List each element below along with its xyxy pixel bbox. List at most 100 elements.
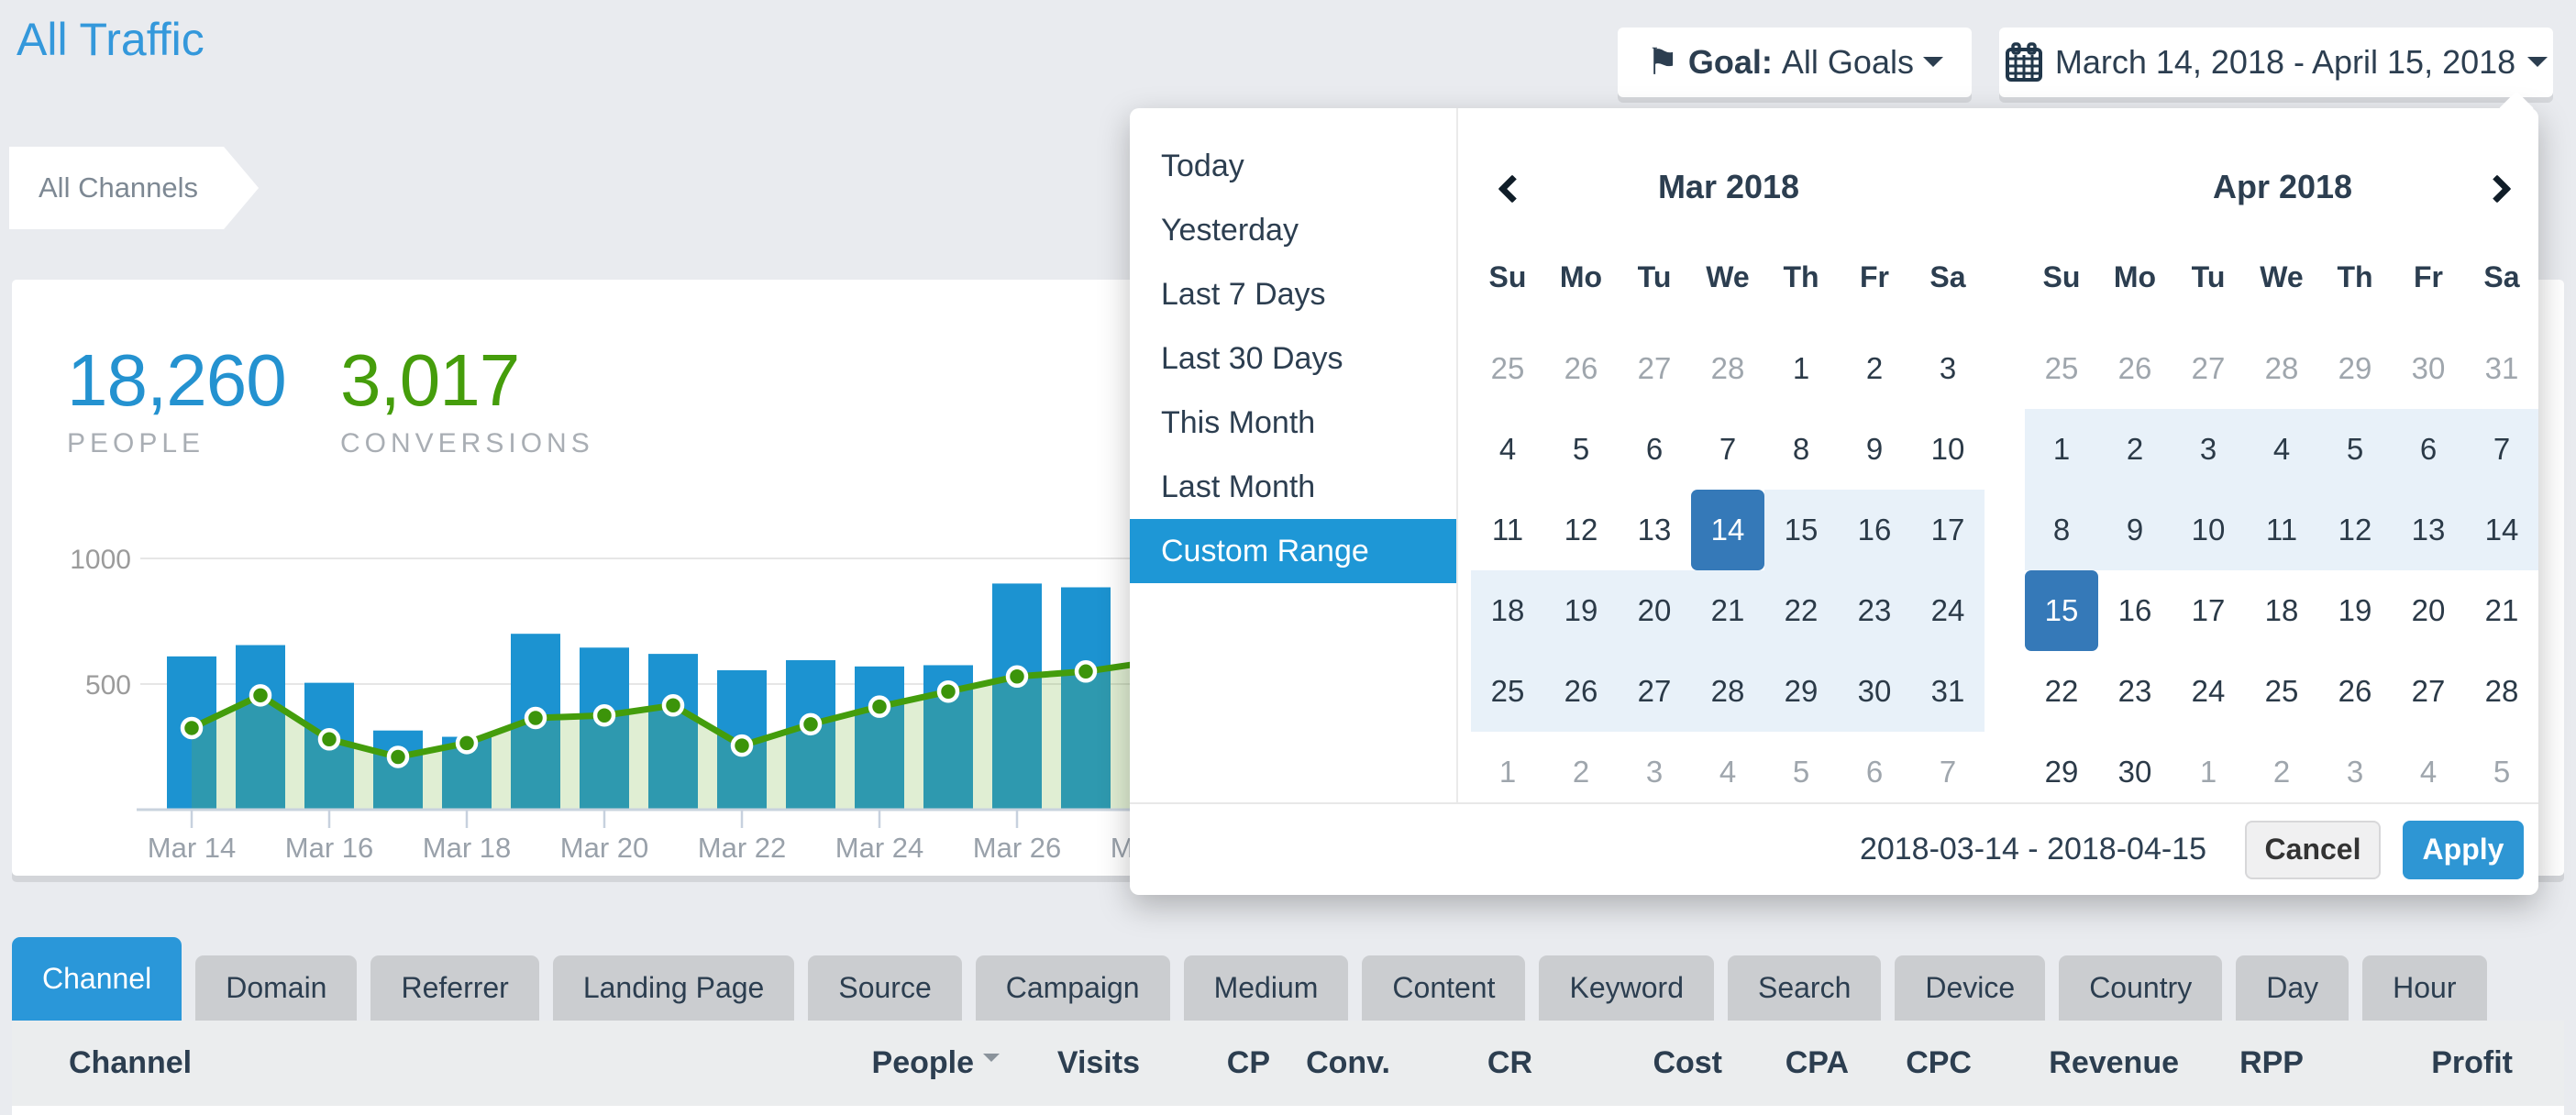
calendar-day[interactable]: 11 [2245,490,2318,570]
calendar-day[interactable]: 2 [2098,409,2172,490]
tab-medium[interactable]: Medium [1184,955,1349,1021]
calendar-day[interactable]: 26 [1544,651,1618,732]
calendar-day[interactable]: 27 [2172,328,2245,409]
calendar-day[interactable]: 31 [2465,328,2538,409]
calendar-day[interactable]: 3 [1911,328,1985,409]
calendar-day[interactable]: 28 [1691,328,1764,409]
calendar-day[interactable]: 7 [2465,409,2538,490]
column-header-cpa[interactable]: CPA [1786,1021,1849,1106]
tab-keyword[interactable]: Keyword [1539,955,1714,1021]
chevron-left-icon[interactable] [1495,174,1526,205]
calendar-day[interactable]: 1 [1471,732,1544,812]
calendar-day[interactable]: 29 [2025,732,2098,812]
calendar-day[interactable]: 4 [2245,409,2318,490]
calendar-day[interactable]: 26 [1544,328,1618,409]
calendar-day[interactable]: 12 [2318,490,2392,570]
chevron-right-icon[interactable] [2485,174,2516,205]
calendar-day[interactable]: 20 [2392,570,2465,651]
calendar-day-selected[interactable]: 15 [2025,570,2098,651]
calendar-day[interactable]: 26 [2098,328,2172,409]
calendar-day[interactable]: 1 [2025,409,2098,490]
calendar-day[interactable]: 6 [1618,409,1691,490]
calendar-day[interactable]: 2 [1838,328,1911,409]
calendar-day[interactable]: 16 [1838,490,1911,570]
calendar-day[interactable]: 1 [2172,732,2245,812]
calendar-day[interactable]: 28 [2245,328,2318,409]
calendar-day[interactable]: 4 [1471,409,1544,490]
calendar-day[interactable]: 3 [2172,409,2245,490]
quick-range-today[interactable]: Today [1130,134,1456,198]
quick-range-last-month[interactable]: Last Month [1130,455,1456,519]
calendar-day[interactable]: 1 [1764,328,1838,409]
column-header-rpp[interactable]: RPP [2239,1021,2304,1106]
calendar-day[interactable]: 3 [2318,732,2392,812]
calendar-day[interactable]: 30 [1838,651,1911,732]
calendar-day[interactable]: 29 [2318,328,2392,409]
calendar-day[interactable]: 20 [1618,570,1691,651]
calendar-day[interactable]: 3 [1618,732,1691,812]
column-header-cp[interactable]: CP [1227,1021,1270,1106]
calendar-day[interactable]: 28 [2465,651,2538,732]
calendar-day[interactable]: 10 [2172,490,2245,570]
calendar-day[interactable]: 26 [2318,651,2392,732]
tab-landing-page[interactable]: Landing Page [553,955,795,1021]
calendar-day[interactable]: 14 [2465,490,2538,570]
tab-referrer[interactable]: Referrer [370,955,538,1021]
column-header-cost[interactable]: Cost [1653,1021,1722,1106]
calendar-day[interactable]: 6 [1838,732,1911,812]
calendar-day[interactable]: 5 [2465,732,2538,812]
calendar-day[interactable]: 23 [1838,570,1911,651]
column-header-cpc[interactable]: CPC [1906,1021,1972,1106]
quick-range-yesterday[interactable]: Yesterday [1130,198,1456,262]
tab-content[interactable]: Content [1362,955,1525,1021]
tab-channel[interactable]: Channel [12,937,182,1021]
quick-range-custom-range[interactable]: Custom Range [1130,519,1456,583]
quick-range-this-month[interactable]: This Month [1130,391,1456,455]
breadcrumb-all-channels[interactable]: All Channels [9,147,259,229]
calendar-day[interactable]: 8 [1764,409,1838,490]
calendar-day[interactable]: 25 [1471,651,1544,732]
calendar-day[interactable]: 24 [1911,570,1985,651]
calendar-day[interactable]: 31 [1911,651,1985,732]
goal-dropdown-button[interactable]: ⚑ Goal: All Goals [1618,28,1972,97]
apply-button[interactable]: Apply [2403,821,2524,879]
tab-day[interactable]: Day [2236,955,2349,1021]
quick-range-last-30-days[interactable]: Last 30 Days [1130,326,1456,391]
calendar-day[interactable]: 27 [1618,651,1691,732]
calendar-day[interactable]: 28 [1691,651,1764,732]
calendar-day[interactable]: 5 [2318,409,2392,490]
column-header-people[interactable]: People [872,1021,1000,1106]
column-header-visits[interactable]: Visits [1057,1021,1140,1106]
calendar-day[interactable]: 2 [1544,732,1618,812]
calendar-day[interactable]: 18 [1471,570,1544,651]
calendar-day-selected[interactable]: 14 [1691,490,1764,570]
tab-hour[interactable]: Hour [2362,955,2486,1021]
calendar-day[interactable]: 27 [1618,328,1691,409]
calendar-day[interactable]: 30 [2392,328,2465,409]
column-header-revenue[interactable]: Revenue [2049,1021,2179,1106]
calendar-day[interactable]: 25 [2245,651,2318,732]
calendar-day[interactable]: 25 [1471,328,1544,409]
calendar-day[interactable]: 17 [1911,490,1985,570]
calendar-day[interactable]: 27 [2392,651,2465,732]
calendar-day[interactable]: 4 [1691,732,1764,812]
calendar-day[interactable]: 24 [2172,651,2245,732]
column-header-cr[interactable]: CR [1487,1021,1532,1106]
cancel-button[interactable]: Cancel [2245,821,2381,879]
tab-device[interactable]: Device [1895,955,2045,1021]
calendar-day[interactable]: 5 [1764,732,1838,812]
column-header-conv-[interactable]: Conv. [1306,1021,1390,1106]
date-range-button[interactable]: March 14, 2018 - April 15, 2018 [1999,28,2553,97]
calendar-day[interactable]: 22 [2025,651,2098,732]
calendar-day[interactable]: 19 [1544,570,1618,651]
calendar-day[interactable]: 7 [1691,409,1764,490]
calendar-day[interactable]: 8 [2025,490,2098,570]
calendar-day[interactable]: 9 [2098,490,2172,570]
calendar-day[interactable]: 19 [2318,570,2392,651]
calendar-day[interactable]: 15 [1764,490,1838,570]
calendar-day[interactable]: 10 [1911,409,1985,490]
calendar-day[interactable]: 17 [2172,570,2245,651]
calendar-day[interactable]: 25 [2025,328,2098,409]
calendar-day[interactable]: 21 [1691,570,1764,651]
column-header-profit[interactable]: Profit [2431,1021,2513,1106]
